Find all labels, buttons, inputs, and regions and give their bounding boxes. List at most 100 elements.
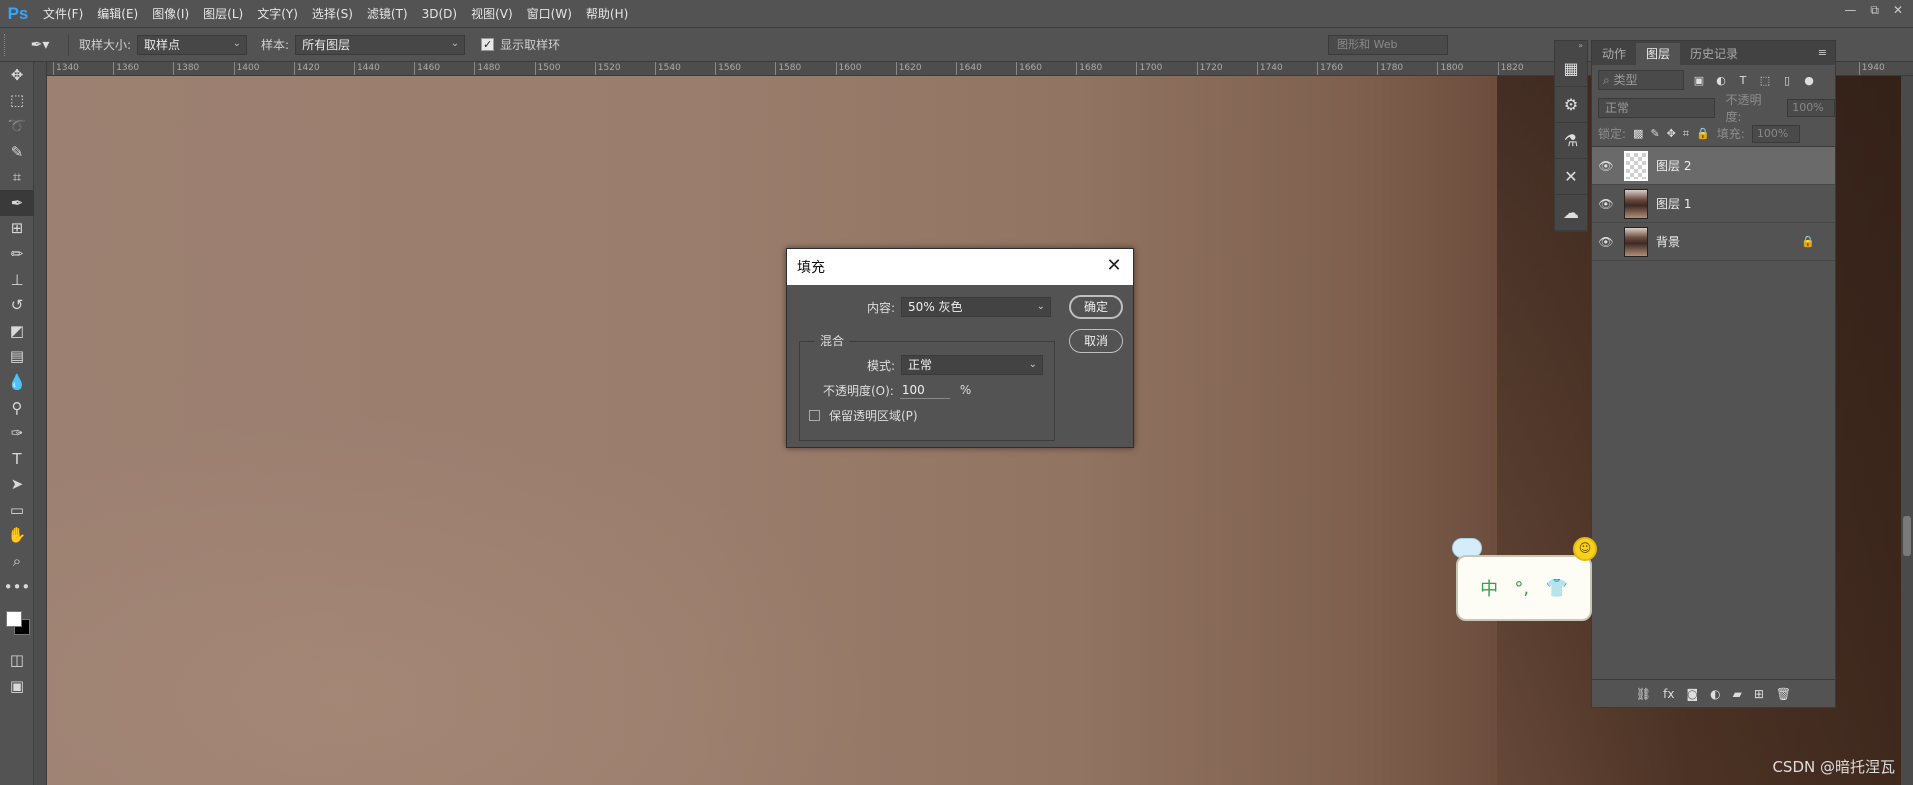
- menu-window[interactable]: 窗口(W): [520, 0, 579, 28]
- opacity-input[interactable]: 100%: [1787, 99, 1835, 117]
- brush-tool-icon[interactable]: ✏: [0, 241, 34, 267]
- fx-icon[interactable]: fx: [1663, 687, 1674, 701]
- history-brush-icon[interactable]: ↺: [0, 292, 34, 318]
- menu-type[interactable]: 文字(Y): [250, 0, 305, 28]
- menu-select[interactable]: 选择(S): [305, 0, 360, 28]
- opacity-input[interactable]: 100: [899, 381, 950, 399]
- lock-artboard-icon[interactable]: ⌗: [1683, 127, 1689, 141]
- preserve-checkbox[interactable]: [809, 410, 820, 421]
- eye-icon[interactable]: 👁: [1592, 235, 1620, 249]
- tab-layers[interactable]: 图层: [1636, 43, 1681, 65]
- menu-layer[interactable]: 图层(L): [196, 0, 250, 28]
- lasso-tool-icon[interactable]: ➰: [0, 113, 34, 139]
- type-tool-icon[interactable]: T: [0, 446, 34, 472]
- tab-history[interactable]: 历史记录: [1680, 43, 1748, 65]
- restore-button[interactable]: ⧉: [1870, 3, 1879, 18]
- screen-mode-icon[interactable]: ▣: [0, 673, 34, 699]
- crop-tool-icon[interactable]: ⌗: [0, 164, 34, 190]
- marquee-tool-icon[interactable]: ⬚: [0, 88, 34, 114]
- ime-toolbar[interactable]: 中 °, 👕: [1456, 555, 1592, 621]
- menu-file[interactable]: 文件(F): [36, 0, 90, 28]
- workspace-select[interactable]: 图形和 Web: [1328, 35, 1448, 55]
- foreground-color-swatch[interactable]: [6, 611, 22, 628]
- adjustments-panel-icon[interactable]: ⚗: [1555, 123, 1587, 159]
- lock-position-icon[interactable]: ✥: [1667, 127, 1676, 140]
- eraser-tool-icon[interactable]: ◩: [0, 318, 34, 344]
- filter-shape-icon[interactable]: ⬚: [1758, 74, 1772, 87]
- menu-filter[interactable]: 滤镜(T): [360, 0, 415, 28]
- gradient-tool-icon[interactable]: ▤: [0, 344, 34, 370]
- filter-type-select[interactable]: ⌕ 类型: [1598, 70, 1684, 90]
- minimize-button[interactable]: —: [1844, 3, 1856, 17]
- rectangle-tool-icon[interactable]: ▭: [0, 497, 34, 523]
- link-icon[interactable]: ⛓: [1636, 687, 1651, 701]
- close-icon[interactable]: ✕: [1105, 257, 1123, 275]
- menu-3d[interactable]: 3D(D): [415, 0, 464, 28]
- new-layer-icon[interactable]: ⊞: [1754, 687, 1764, 701]
- quick-select-tool-icon[interactable]: ✎: [0, 139, 34, 165]
- filter-type-icon[interactable]: T: [1736, 74, 1750, 87]
- tools-panel-icon[interactable]: ✕: [1555, 159, 1587, 195]
- menu-help[interactable]: 帮助(H): [579, 0, 635, 28]
- panel-menu-icon[interactable]: ≡: [1818, 46, 1827, 59]
- show-ring-checkbox[interactable]: ✓: [481, 38, 495, 51]
- mask-icon[interactable]: ◙: [1686, 687, 1698, 701]
- layers-footer: ⛓ fx ◙ ◐ ▰ ⊞ 🗑: [1592, 679, 1835, 707]
- menu-edit[interactable]: 编辑(E): [90, 0, 145, 28]
- ime-smiley-icon[interactable]: ☺: [1573, 537, 1597, 561]
- ime-skin-icon[interactable]: 👕: [1545, 578, 1567, 599]
- zoom-tool-icon[interactable]: ⌕: [0, 548, 34, 574]
- quick-mask-icon[interactable]: ◫: [0, 647, 34, 673]
- options-grip[interactable]: [4, 33, 12, 56]
- libraries-panel-icon[interactable]: ☁: [1555, 195, 1587, 231]
- layer-row[interactable]: 👁 图层 1: [1592, 185, 1835, 223]
- sample-select[interactable]: 所有图层 ⌄: [295, 34, 466, 55]
- properties-panel-icon[interactable]: ⚙: [1555, 87, 1587, 123]
- move-tool-icon[interactable]: ✥: [0, 62, 34, 88]
- hand-tool-icon[interactable]: ✋: [0, 523, 34, 549]
- filter-toggle-icon[interactable]: ●: [1802, 74, 1816, 87]
- lock-transparency-icon[interactable]: ▩: [1633, 127, 1643, 140]
- ok-button[interactable]: 确定: [1069, 295, 1123, 319]
- swatches-panel-icon[interactable]: ▦: [1555, 51, 1587, 87]
- filter-adjustment-icon[interactable]: ◐: [1714, 74, 1728, 87]
- color-swatches[interactable]: [0, 599, 33, 647]
- healing-tool-icon[interactable]: ⊞: [0, 216, 34, 242]
- pen-tool-icon[interactable]: ✑: [0, 420, 34, 446]
- adjustment-layer-icon[interactable]: ◐: [1710, 687, 1720, 701]
- lock-pixels-icon[interactable]: ✎: [1650, 127, 1659, 140]
- content-select[interactable]: 50% 灰色 ⌄: [901, 297, 1052, 317]
- more-tools-icon[interactable]: •••: [0, 574, 34, 600]
- path-select-tool-icon[interactable]: ➤: [0, 472, 34, 498]
- layer-row[interactable]: 👁 背景 🔒: [1592, 223, 1835, 261]
- filter-smart-icon[interactable]: ▯: [1780, 74, 1794, 87]
- filter-pixel-icon[interactable]: ▣: [1692, 74, 1706, 87]
- ime-punctuation[interactable]: °,: [1514, 578, 1529, 599]
- eye-icon[interactable]: 👁: [1592, 197, 1620, 211]
- trash-icon[interactable]: 🗑: [1776, 687, 1791, 701]
- eye-icon[interactable]: 👁: [1592, 159, 1620, 173]
- dodge-tool-icon[interactable]: ⚲: [0, 395, 34, 421]
- blur-tool-icon[interactable]: 💧: [0, 369, 34, 395]
- layers-panel: 动作 图层 历史记录 ≡ ⌕ 类型 ▣ ◐ T ⬚ ▯ ● 正常 不透明度: 1…: [1591, 40, 1836, 708]
- eyedropper-tool-icon[interactable]: ✒: [0, 189, 34, 216]
- eyedropper-preset-icon[interactable]: ✒▾: [22, 33, 58, 57]
- fill-input[interactable]: 100%: [1751, 124, 1800, 143]
- menu-view[interactable]: 视图(V): [464, 0, 520, 28]
- ime-chinese-mode[interactable]: 中: [1480, 575, 1498, 601]
- tab-actions[interactable]: 动作: [1592, 43, 1636, 65]
- cancel-button[interactable]: 取消: [1069, 329, 1123, 353]
- menu-image[interactable]: 图像(I): [145, 0, 196, 28]
- mode-select[interactable]: 正常 ⌄: [901, 355, 1044, 375]
- vertical-scrollbar[interactable]: [1901, 76, 1913, 785]
- blend-mode-select[interactable]: 正常: [1598, 98, 1716, 118]
- stamp-tool-icon[interactable]: ⊥: [0, 267, 34, 293]
- layer-row[interactable]: 👁 图层 2: [1592, 147, 1835, 185]
- scroll-thumb[interactable]: [1903, 516, 1911, 556]
- lock-all-icon[interactable]: 🔒: [1696, 127, 1710, 140]
- collapse-arrows-icon[interactable]: »: [1555, 41, 1587, 51]
- group-icon[interactable]: ▰: [1733, 687, 1742, 701]
- sample-size-select[interactable]: 取样点 ⌄: [137, 34, 248, 55]
- blend-mode-row: 正常 不透明度: 100%: [1592, 93, 1835, 124]
- close-window-button[interactable]: ✕: [1893, 3, 1903, 17]
